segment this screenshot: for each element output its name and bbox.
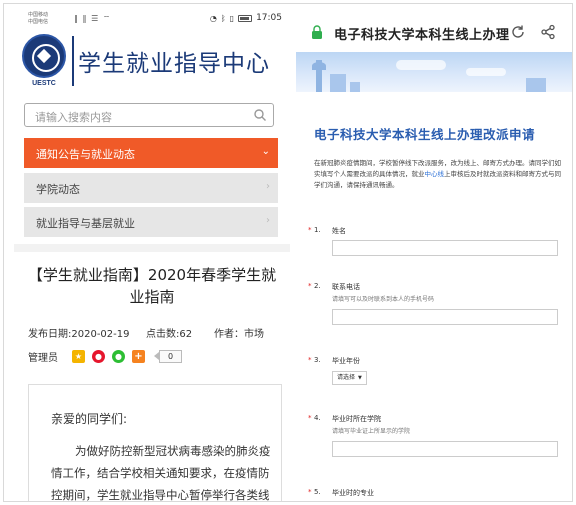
- question-number: 4.: [314, 414, 321, 422]
- carrier-2: 中国电信: [28, 19, 49, 25]
- form-intro: 在新冠肺炎疫情期间，学校暂停线下改派服务，改为线上、邮寄方式办理。请同学们如实填…: [314, 158, 564, 191]
- share-icon[interactable]: [540, 24, 556, 40]
- screenshot-frame: 中国移动 中国电信 ‖ ‖ ☰ ⌔ ◔ ᛒ ▯ 17:05 UESTC 学生就业…: [3, 3, 573, 502]
- select-value: 请选择: [337, 374, 356, 381]
- wechat-share-icon[interactable]: ●: [112, 349, 125, 363]
- building-shape: [350, 82, 360, 92]
- bluetooth-icon: ᛒ: [220, 13, 226, 23]
- tower-shape: [316, 60, 322, 92]
- building-shape: [330, 74, 346, 92]
- intro-link[interactable]: 中心线: [425, 170, 445, 178]
- question-number: 3.: [314, 356, 321, 364]
- uestc-logo-icon[interactable]: [22, 34, 66, 78]
- battery-icon: [238, 14, 253, 22]
- question-number: 1.: [314, 226, 321, 234]
- weibo-share-icon[interactable]: ●: [92, 349, 105, 363]
- cloud-shape: [396, 60, 446, 70]
- search-input[interactable]: 请输入搜索内容: [24, 103, 274, 127]
- question-label: 联系电话: [332, 283, 360, 291]
- article-title: 【学生就业指南】2020年春季学生就业指南: [27, 266, 277, 306]
- section-divider: [14, 244, 290, 252]
- share-counter: 0: [154, 349, 183, 363]
- search-placeholder: 请输入搜索内容: [35, 111, 112, 124]
- article-clicks: 点击数:62: [146, 329, 193, 340]
- article-date: 发布日期:2020-02-19: [28, 329, 130, 340]
- article-author: 作者：市场: [214, 329, 264, 340]
- menu-item-label: 学院动态: [36, 183, 80, 196]
- logo-text: UESTC: [32, 80, 56, 87]
- required-marker: *: [308, 488, 312, 496]
- article-paragraph: 为做好防控新型冠状病毒感染的肺炎疫情工作，结合学校相关通知要求，在疫情防控期间，…: [51, 444, 271, 502]
- article-body: 亲爱的同学们: 为做好防控新型冠状病毒感染的肺炎疫情工作，结合学校相关通知要求，…: [28, 384, 282, 502]
- carrier-info: 中国移动 中国电信: [28, 12, 48, 26]
- required-marker: *: [308, 414, 312, 422]
- page-title: 电子科技大学本科生线上办理: [334, 28, 510, 43]
- college-field[interactable]: [332, 441, 558, 457]
- phone-field[interactable]: [332, 309, 558, 325]
- building-shape: [526, 78, 546, 92]
- menu-item-notices[interactable]: 通知公告与就业动态 ⌄: [24, 138, 278, 168]
- status-bar: 中国移动 中国电信 ‖ ‖ ☰ ⌔ ◔ ᛒ ▯ 17:05: [14, 8, 290, 32]
- article-greeting: 亲爱的同学们:: [51, 412, 128, 426]
- article-admin: 管理员: [28, 352, 58, 364]
- carrier-1: 中国移动: [28, 12, 49, 18]
- question-hint: 请填写可以及时联系到本人的手机号码: [332, 296, 435, 303]
- alarm-icon: ◔: [209, 13, 217, 23]
- lock-icon: [312, 25, 322, 39]
- search-icon[interactable]: [253, 108, 267, 122]
- share-bar: 管理员 ★ ● ● + 0: [28, 348, 183, 364]
- question-number: 5.: [314, 488, 321, 496]
- status-right: ◔ ᛒ ▯ 17:05: [210, 13, 282, 23]
- site-title[interactable]: 学生就业指导中心: [78, 44, 270, 78]
- more-share-icon[interactable]: +: [132, 349, 145, 363]
- status-time: 17:05: [256, 13, 282, 23]
- grad-year-select[interactable]: 请选择 ▼: [332, 371, 367, 385]
- chevron-right-icon: ›: [266, 181, 270, 192]
- menu-item-career-guidance[interactable]: 就业指导与基层就业 ›: [24, 207, 278, 237]
- question-number: 2.: [314, 282, 321, 290]
- header-banner-image: [296, 52, 572, 92]
- menu-item-label: 就业指导与基层就业: [36, 217, 135, 230]
- cloud-shape: [466, 68, 506, 76]
- site-header: UESTC 学生就业指导中心: [14, 32, 290, 94]
- required-marker: *: [308, 226, 312, 234]
- chevron-right-icon: ›: [266, 215, 270, 226]
- right-phone-screen: 电子科技大学本科生线上办理 电子科技大学本科生线上办理改派申请 在新冠肺炎疫情期…: [296, 8, 572, 501]
- left-phone-screen: 中国移动 中国电信 ‖ ‖ ☰ ⌔ ◔ ᛒ ▯ 17:05 UESTC 学生就业…: [14, 8, 290, 502]
- form-title: 电子科技大学本科生线上办理改派申请: [314, 127, 536, 142]
- reload-icon[interactable]: [510, 24, 526, 40]
- qzone-share-icon[interactable]: ★: [72, 349, 85, 363]
- required-marker: *: [308, 282, 312, 290]
- share-count: 0: [159, 349, 183, 363]
- question-label: 毕业时的专业: [332, 489, 374, 497]
- menu-item-label: 通知公告与就业动态: [36, 148, 135, 161]
- required-marker: *: [308, 356, 312, 364]
- header-divider: [72, 36, 74, 86]
- vibrate-icon: ▯: [229, 13, 235, 23]
- menu-item-college-news[interactable]: 学院动态 ›: [24, 173, 278, 203]
- question-hint: 请填写毕业证上所显示的学院: [332, 428, 411, 435]
- name-field[interactable]: [332, 240, 558, 256]
- question-label: 毕业年份: [332, 357, 360, 365]
- signal-icons: ‖ ‖ ☰ ⌔: [74, 14, 112, 23]
- caret-down-icon: ▼: [358, 375, 362, 381]
- question-label: 姓名: [332, 227, 346, 235]
- chevron-down-icon: ⌄: [261, 146, 270, 157]
- question-label: 毕业时所在学院: [332, 415, 381, 423]
- browser-address-bar: 电子科技大学本科生线上办理: [296, 14, 572, 50]
